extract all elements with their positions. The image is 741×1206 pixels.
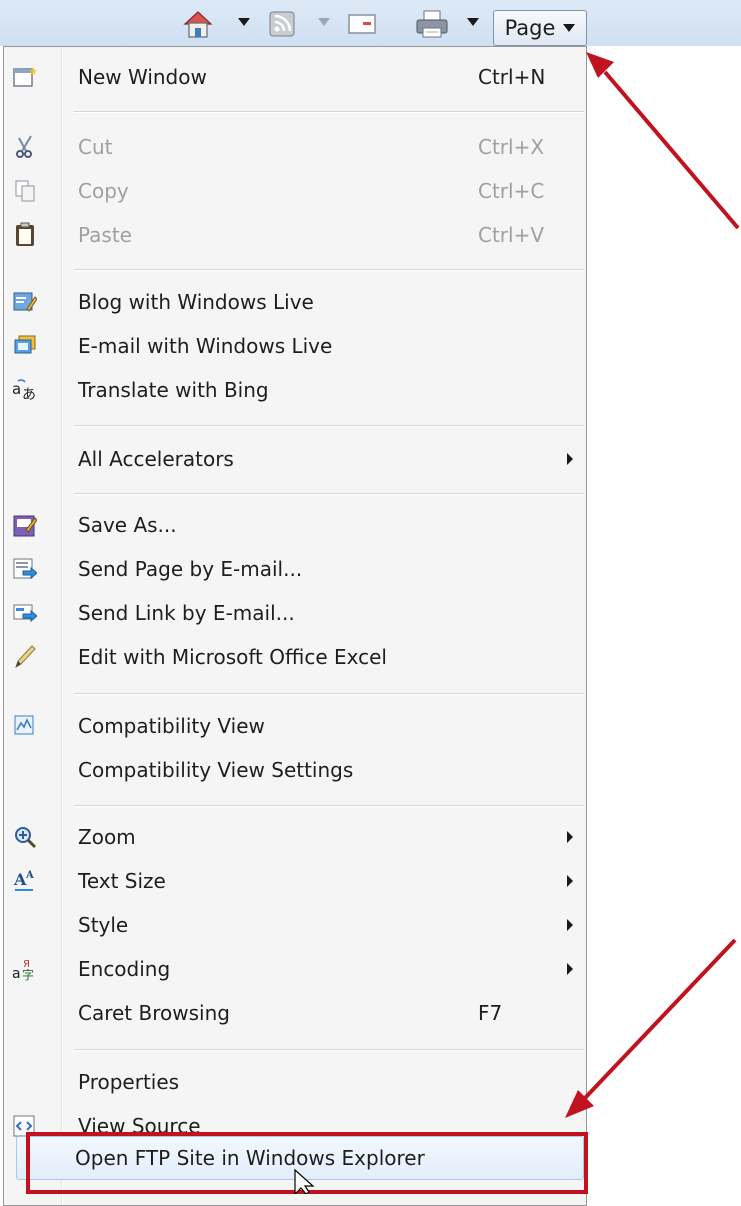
mouse-cursor-icon [294,1168,315,1194]
annotation-arrow-bottom [565,938,737,1118]
annotation-arrow-top [586,52,740,230]
annotation-layer [294,52,740,1194]
